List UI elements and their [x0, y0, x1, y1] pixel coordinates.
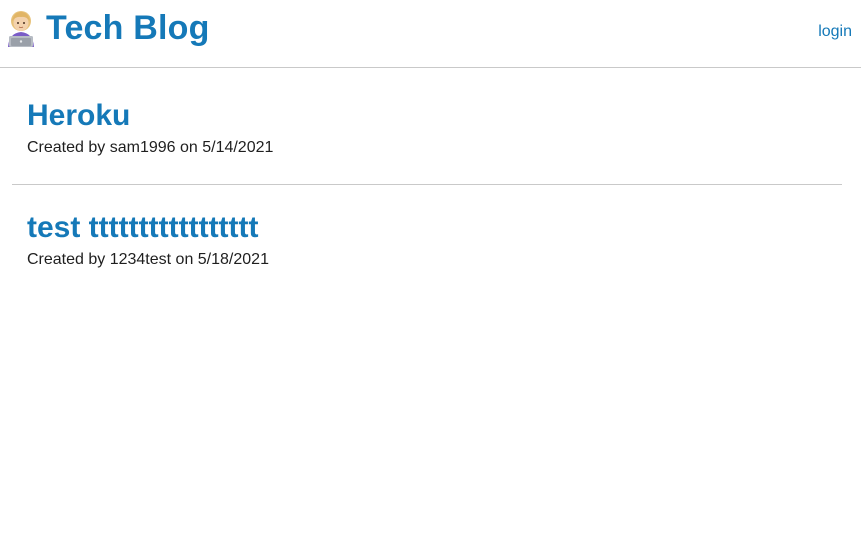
post-item: test ttttttttttttttttt Created by 1234te… [12, 185, 842, 270]
technologist-emoji-icon [4, 9, 38, 47]
post-meta: Created by 1234test on 5/18/2021 [27, 251, 269, 268]
post-meta: Created by sam1996 on 5/14/2021 [27, 139, 274, 156]
post-title-link[interactable]: test ttttttttttttttttt [27, 210, 259, 246]
brand-home-link[interactable]: Tech Blog [4, 8, 210, 48]
post-title-link[interactable]: Heroku [27, 98, 130, 134]
site-title: Tech Blog [46, 9, 210, 47]
post-item: Heroku Created by sam1996 on 5/14/2021 [12, 69, 842, 185]
login-link[interactable]: login [818, 22, 852, 42]
site-header: Tech Blog login [0, 0, 861, 68]
post-list: Heroku Created by sam1996 on 5/14/2021 t… [12, 69, 842, 270]
